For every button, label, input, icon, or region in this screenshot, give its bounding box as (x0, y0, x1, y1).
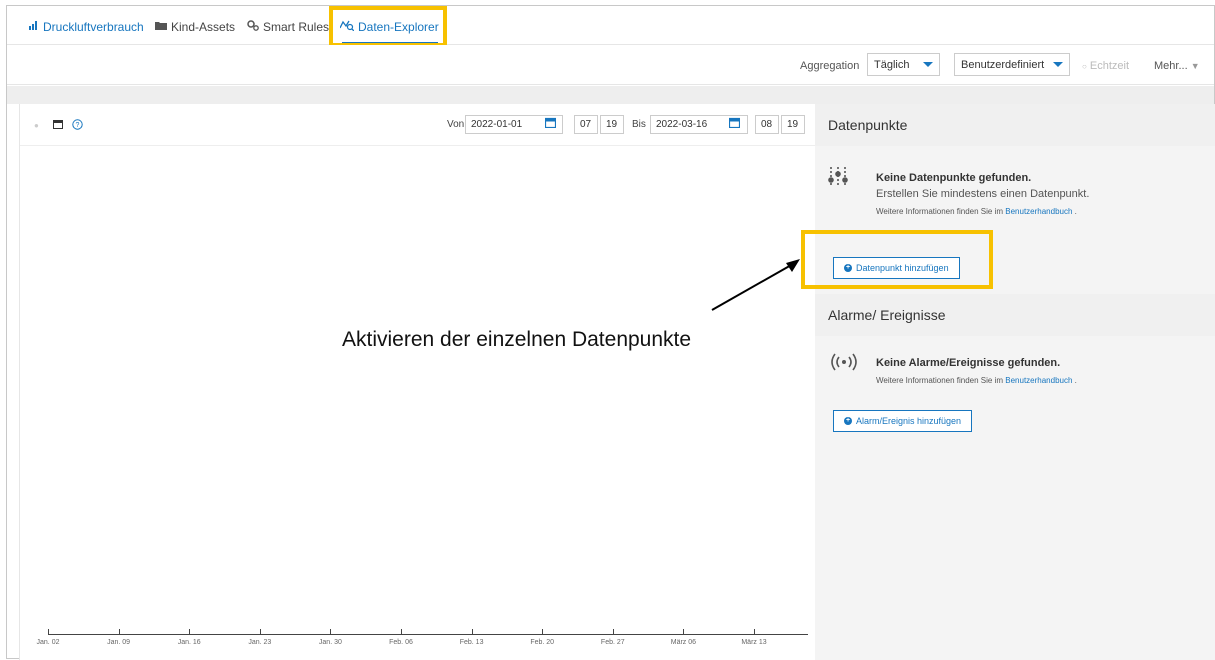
x-axis-tick-label: Jan. 02 (36, 639, 60, 646)
x-axis-tick (118, 629, 120, 634)
more-menu[interactable]: Mehr... ▼ (1154, 60, 1200, 72)
sliders-icon (828, 166, 848, 193)
side-panel: Datenpunkte Keine Datenpunkte gefunden. … (815, 104, 1215, 660)
from-minute-input[interactable]: 19 (600, 115, 624, 134)
aggregation-label: Aggregation (800, 60, 860, 72)
tab-smart-rules[interactable]: Smart Rules (247, 20, 329, 34)
realtime-toggle[interactable]: ○ Echtzeit (1082, 60, 1129, 72)
aggregation-value: Täglich (874, 58, 910, 71)
x-axis-tick-label: Jan. 23 (248, 639, 272, 646)
alarms-info: Weitere Informationen finden Sie im Benu… (876, 376, 1077, 385)
x-axis-tick (754, 629, 755, 634)
range-value: Benutzerdefiniert (961, 58, 1045, 71)
x-axis-tick-label: Feb. 27 (600, 639, 625, 646)
tab-kind-assets[interactable]: Kind-Assets (155, 20, 235, 34)
datapoints-title: Datenpunkte (828, 117, 908, 133)
svg-text:?: ? (76, 122, 80, 129)
gray-band (7, 86, 1214, 104)
help-icon[interactable]: ? (72, 119, 83, 133)
datapoints-empty-title: Keine Datenpunkte gefunden. (876, 172, 1032, 184)
tab-label: Smart Rules (263, 20, 330, 34)
x-axis-tick-label: Jan. 09 (107, 639, 131, 646)
tab-bar: Druckluftverbrauch Kind-Assets Smart Rul… (7, 6, 1214, 45)
datapoints-header: Datenpunkte (815, 104, 1215, 146)
alarms-header: Alarme/ Ereignisse (815, 294, 1215, 336)
calendar-icon[interactable] (53, 119, 63, 132)
user-guide-link[interactable]: Benutzerhandbuch (1005, 207, 1072, 216)
annotation-arrow (711, 259, 800, 311)
x-axis-tick-label: Feb. 13 (459, 639, 484, 646)
x-axis-tick (259, 629, 261, 634)
aggregation-select[interactable]: Täglich (867, 53, 940, 76)
x-axis-tick (401, 629, 402, 634)
gears-icon (247, 20, 259, 34)
chart-toolbar: ● ? Von 2022-01-01 07 19 Bis 2022-03-16 … (20, 104, 815, 146)
x-axis-tick-label: März 06 (670, 639, 697, 646)
x-axis (48, 634, 808, 635)
chart-panel: ● ? Von 2022-01-01 07 19 Bis 2022-03-16 … (19, 104, 817, 660)
plus-icon: + (844, 417, 852, 425)
x-axis-tick (330, 629, 332, 634)
to-label: Bis (632, 119, 646, 130)
highlight-box-tab (329, 6, 447, 47)
to-hour-input[interactable]: 08 (755, 115, 779, 134)
x-axis-tick (471, 629, 473, 634)
datapoints-empty-text: Erstellen Sie mindestens einen Datenpunk… (876, 188, 1090, 200)
x-axis-tick-label: Jan. 30 (318, 639, 342, 646)
radio-icon: ○ (1082, 62, 1087, 71)
to-minute-input[interactable]: 19 (781, 115, 805, 134)
chevron-down-icon (1053, 62, 1063, 67)
from-hour-input[interactable]: 07 (574, 115, 598, 134)
folder-icon (155, 21, 167, 33)
app-frame: Druckluftverbrauch Kind-Assets Smart Rul… (6, 5, 1215, 660)
broadcast-icon (831, 353, 857, 376)
from-label: Von (447, 119, 465, 130)
status-dot-icon: ● (34, 121, 39, 130)
highlight-box-add-datapoint (801, 230, 993, 289)
datapoints-info: Weitere Informationen finden Sie im Benu… (876, 207, 1077, 216)
bar-chart-icon (29, 21, 39, 33)
tab-label: Druckluftverbrauch (43, 20, 144, 34)
x-axis-tick-label: Jan. 16 (177, 639, 201, 646)
toolbar: Aggregation Täglich Benutzerdefiniert ○ … (7, 45, 1214, 85)
range-select[interactable]: Benutzerdefiniert (954, 53, 1070, 76)
x-axis-tick-label: März 13 (741, 639, 767, 646)
x-axis-tick (683, 629, 685, 634)
caret-down-icon: ▼ (1190, 61, 1200, 71)
x-axis-tick (189, 629, 191, 634)
tab-label: Kind-Assets (171, 20, 236, 34)
alarms-empty-title: Keine Alarme/Ereignisse gefunden. (876, 357, 1061, 369)
add-alarm-button[interactable]: + Alarm/Ereignis hinzufügen (833, 410, 973, 432)
chevron-down-icon (923, 62, 933, 67)
x-axis-tick-label: Feb. 20 (530, 639, 555, 646)
alarms-title: Alarme/ Ereignisse (828, 307, 946, 323)
annotation-text: Aktivieren der einzelnen Datenpunkte (342, 328, 692, 351)
calendar-icon[interactable] (728, 117, 741, 131)
calendar-icon[interactable] (544, 117, 557, 131)
x-axis-tick-label: Feb. 06 (389, 639, 413, 646)
tab-druckluftverbrauch[interactable]: Druckluftverbrauch (29, 20, 144, 34)
user-guide-link[interactable]: Benutzerhandbuch (1005, 376, 1072, 385)
x-axis-tick (542, 629, 544, 634)
x-axis-tick (48, 629, 49, 634)
x-axis-tick (612, 629, 614, 634)
